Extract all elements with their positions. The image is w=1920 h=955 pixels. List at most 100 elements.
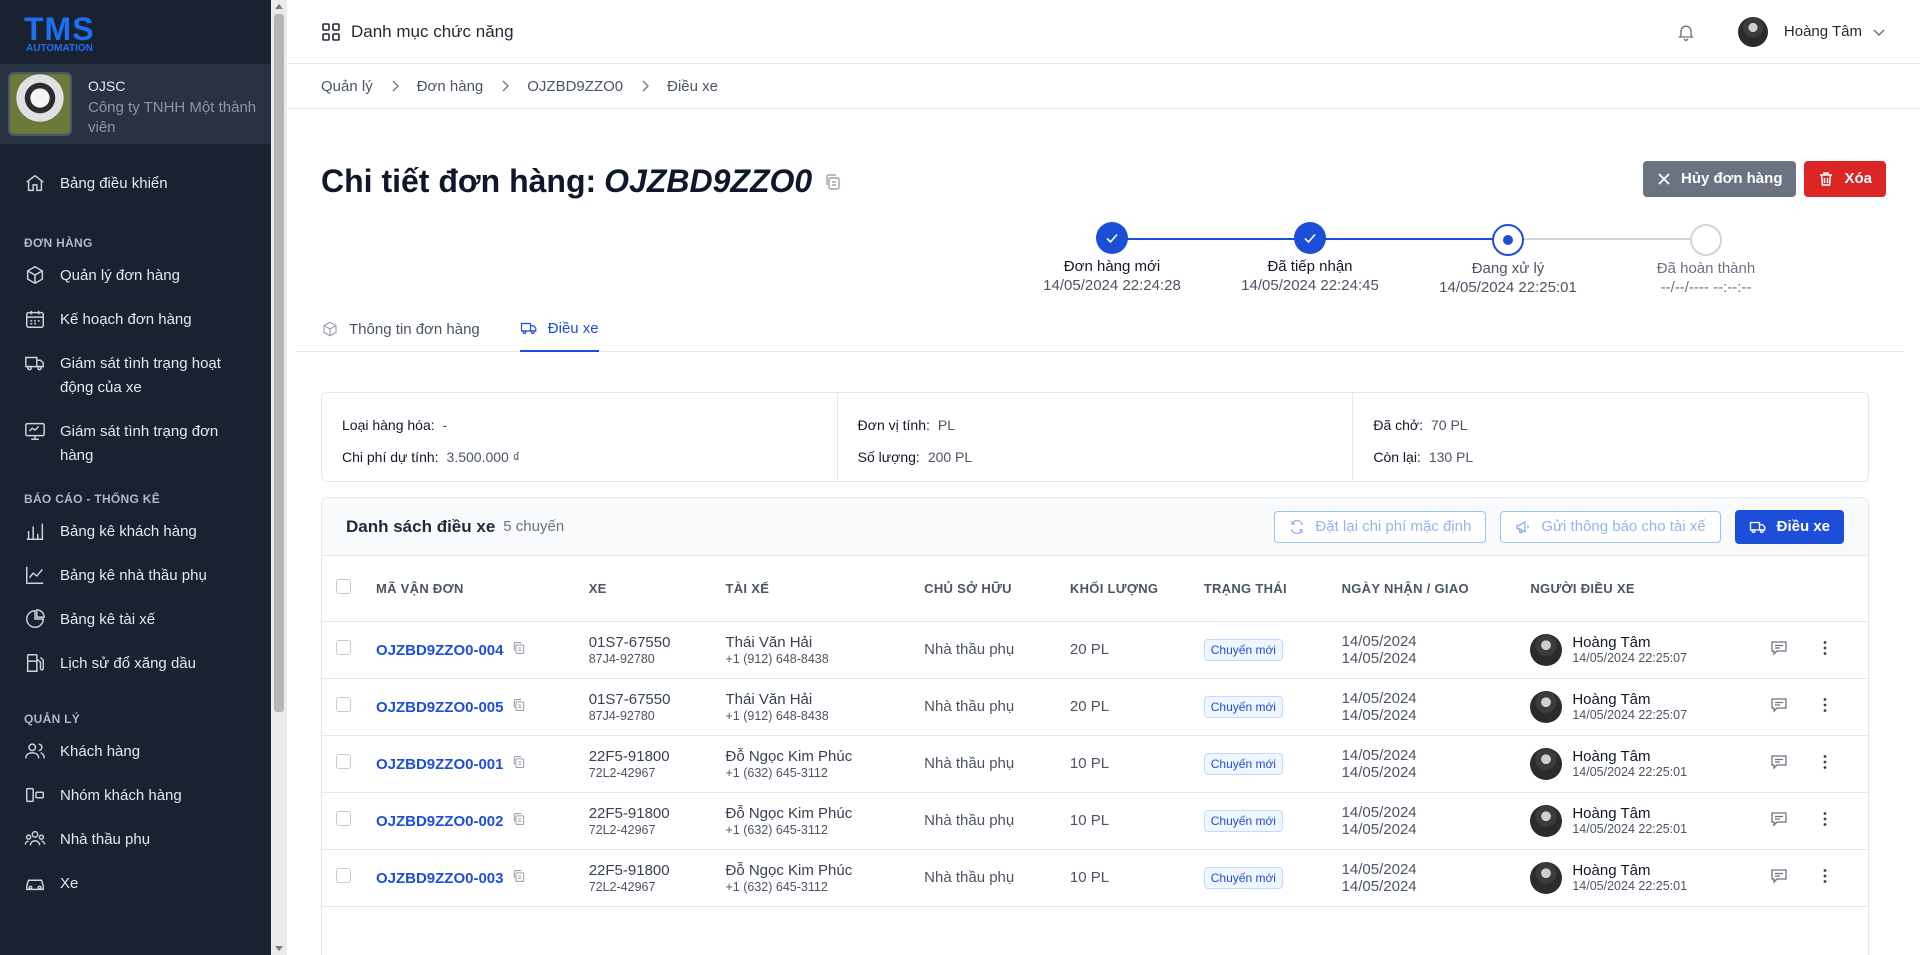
org-switcher[interactable]: OJSC Công ty TNHH Một thành viên — [0, 64, 271, 144]
sidebar-item-customer-report[interactable]: Bảng kê khách hàng — [0, 520, 271, 564]
delete-order-button[interactable]: Xóa — [1804, 160, 1886, 197]
bell-icon[interactable] — [1676, 22, 1696, 42]
column-header-waybill[interactable]: MÃ VẬN ĐƠN — [375, 556, 589, 622]
notify-driver-button[interactable]: Gửi thông báo cho tài xế — [1500, 510, 1721, 543]
trailer-plate: 72L2-42967 — [588, 822, 656, 837]
step-received: Đã tiếp nhận 14/05/2024 22:24:45 — [1210, 222, 1410, 294]
sidebar-item-customer-groups[interactable]: Nhóm khách hàng — [0, 784, 271, 828]
comment-icon[interactable] — [1770, 753, 1788, 771]
waybill-link[interactable]: OJZBD9ZZO0-002 — [376, 813, 504, 830]
row-checkbox[interactable] — [336, 811, 351, 826]
waybill-link[interactable]: OJZBD9ZZO0-003 — [376, 870, 504, 887]
summary-column-unit: Đơn vị tính: PL Số lượng: 200 PL — [838, 393, 1354, 481]
waybill-link[interactable]: OJZBD9ZZO0-001 — [376, 756, 504, 773]
copy-icon[interactable] — [512, 640, 526, 656]
more-options-icon[interactable] — [1816, 639, 1834, 657]
sidebar-item-subcontractor-report[interactable]: Bảng kê nhà thầu phụ — [0, 564, 271, 608]
sidebar-item-dashboard[interactable]: Bảng điều khiển — [0, 172, 271, 216]
sidebar-item-order-plan[interactable]: Kế hoạch đơn hàng — [0, 308, 271, 352]
sidebar-item-vehicle-monitor[interactable]: Giám sát tình trạng hoạt động của xe — [0, 352, 271, 420]
column-header-owner[interactable]: CHỦ SỞ HỮU — [924, 556, 1070, 622]
sidebar-item-fuel-history[interactable]: Lịch sử đổ xăng dầu — [0, 652, 271, 696]
sidebar-item-driver-report[interactable]: Bảng kê tài xế — [0, 608, 271, 652]
column-header-status[interactable]: TRẠNG THÁI — [1203, 556, 1342, 622]
select-all-checkbox[interactable] — [336, 579, 351, 595]
copy-icon[interactable] — [512, 697, 526, 713]
function-menu-button[interactable]: Danh mục chức năng — [321, 22, 514, 42]
sidebar-item-vehicles[interactable]: Xe — [0, 872, 271, 916]
waybill-link[interactable]: OJZBD9ZZO0-005 — [376, 699, 504, 716]
step-completed: Đã hoàn thành --/--/---- --:--:-- — [1606, 224, 1806, 296]
step-processing: Đang xử lý 14/05/2024 22:25:01 — [1408, 224, 1608, 296]
more-options-icon[interactable] — [1816, 696, 1834, 714]
waybill-link[interactable]: OJZBD9ZZO0-004 — [376, 642, 504, 659]
row-checkbox[interactable] — [336, 640, 351, 655]
stepper-line-3 — [1508, 238, 1706, 240]
step-pending-circle — [1690, 224, 1722, 256]
truck-icon — [1749, 521, 1766, 533]
breadcrumb-item-order-code[interactable]: OJZBD9ZZO0 — [527, 78, 623, 95]
box-icon — [26, 265, 44, 285]
more-options-icon[interactable] — [1816, 867, 1834, 885]
breadcrumb-item-management[interactable]: Quản lý — [321, 78, 373, 95]
step-name: Đang xử lý — [1471, 260, 1545, 277]
remaining-value: 130 PL — [1428, 449, 1474, 465]
scroll-down-arrow-icon[interactable] — [275, 946, 283, 951]
bar-chart-icon — [26, 523, 44, 540]
breadcrumb-item-orders[interactable]: Đơn hàng — [417, 78, 484, 95]
dispatcher-avatar — [1530, 690, 1563, 723]
sidebar-item-label: Bảng kê khách hàng — [60, 523, 197, 540]
dispatch-vehicle-button[interactable]: Điều xe — [1734, 509, 1844, 544]
comment-icon[interactable] — [1770, 867, 1788, 885]
row-checkbox[interactable] — [336, 868, 351, 883]
pickup-date: 14/05/2024 — [1341, 689, 1417, 707]
sidebar-item-customers[interactable]: Khách hàng — [0, 740, 271, 784]
more-options-icon[interactable] — [1816, 810, 1834, 828]
column-header-weight[interactable]: KHỐI LƯỢNG — [1069, 556, 1204, 622]
cancel-order-button[interactable]: Hủy đơn hàng — [1642, 160, 1797, 197]
user-name[interactable]: Hoàng Tâm — [1784, 23, 1862, 40]
comment-icon[interactable] — [1770, 810, 1788, 828]
table-row[interactable]: OJZBD9ZZO0-001 22F5-91800 72L2-42967 Đỗ … — [322, 735, 1868, 793]
tab-order-info[interactable]: Thông tin đơn hàng — [321, 306, 480, 352]
table-row[interactable]: OJZBD9ZZO0-004 01S7-67550 87J4-92780 Thá… — [322, 621, 1868, 679]
tab-dispatch[interactable]: Điều xe — [519, 306, 599, 352]
scroll-up-arrow-icon[interactable] — [275, 4, 283, 9]
copy-icon[interactable] — [824, 173, 842, 191]
table-row[interactable]: OJZBD9ZZO0-005 01S7-67550 87J4-92780 Thá… — [322, 678, 1868, 736]
driver-name: Thái Văn Hải — [725, 690, 813, 708]
reset-default-cost-button[interactable]: Đặt lại chi phí mặc định — [1274, 510, 1487, 543]
column-header-driver[interactable]: TÀI XẾ — [725, 556, 925, 622]
user-avatar[interactable] — [1737, 16, 1768, 47]
order-summary-panel: Loại hàng hóa: - Chi phí dự tính: 3.500.00… — [321, 392, 1869, 482]
table-row[interactable]: OJZBD9ZZO0-002 22F5-91800 72L2-42967 Đỗ … — [322, 792, 1868, 850]
dispatcher-avatar — [1530, 861, 1563, 894]
sidebar-item-order-management[interactable]: Quản lý đơn hàng — [0, 264, 271, 308]
column-header-dispatcher[interactable]: NGƯỜI ĐIỀU XE — [1530, 556, 1771, 622]
sidebar-item-subcontractors[interactable]: Nhà thầu phụ — [0, 828, 271, 872]
copy-icon[interactable] — [512, 754, 526, 770]
quantity-value: 200 PL — [927, 449, 973, 465]
comment-icon[interactable] — [1770, 639, 1788, 657]
more-options-icon[interactable] — [1816, 753, 1834, 771]
delete-order-label: Xóa — [1844, 170, 1872, 187]
app-logo[interactable]: TMS AUTOMATION — [0, 0, 271, 64]
dispatcher-name: Hoàng Tâm — [1572, 748, 1651, 765]
chevron-down-icon[interactable] — [1872, 25, 1886, 39]
copy-icon[interactable] — [512, 868, 526, 884]
close-icon — [1658, 172, 1670, 185]
vehicle-plate: 22F5-91800 — [588, 861, 670, 879]
megaphone-icon — [1516, 520, 1530, 533]
owner-cell: Nhà thầu phụ — [924, 621, 1070, 679]
column-header-dates[interactable]: NGÀY NHẬN / GIAO — [1341, 556, 1531, 622]
sidebar-scrollbar[interactable] — [271, 0, 287, 955]
column-header-vehicle[interactable]: XE — [588, 556, 726, 622]
copy-icon[interactable] — [512, 811, 526, 827]
table-row[interactable]: OJZBD9ZZO0-003 22F5-91800 72L2-42967 Đỗ … — [322, 849, 1868, 907]
comment-icon[interactable] — [1770, 696, 1788, 714]
row-checkbox[interactable] — [336, 754, 351, 769]
sidebar-item-order-monitor[interactable]: Giám sát tình trạng đơn hàng — [0, 420, 271, 488]
row-checkbox[interactable] — [336, 697, 351, 712]
page-header: Chi tiết đơn hàng: OJZBD9ZZO0 Hủy đơn hàn… — [287, 109, 1920, 214]
scrollbar-thumb[interactable] — [274, 14, 284, 712]
